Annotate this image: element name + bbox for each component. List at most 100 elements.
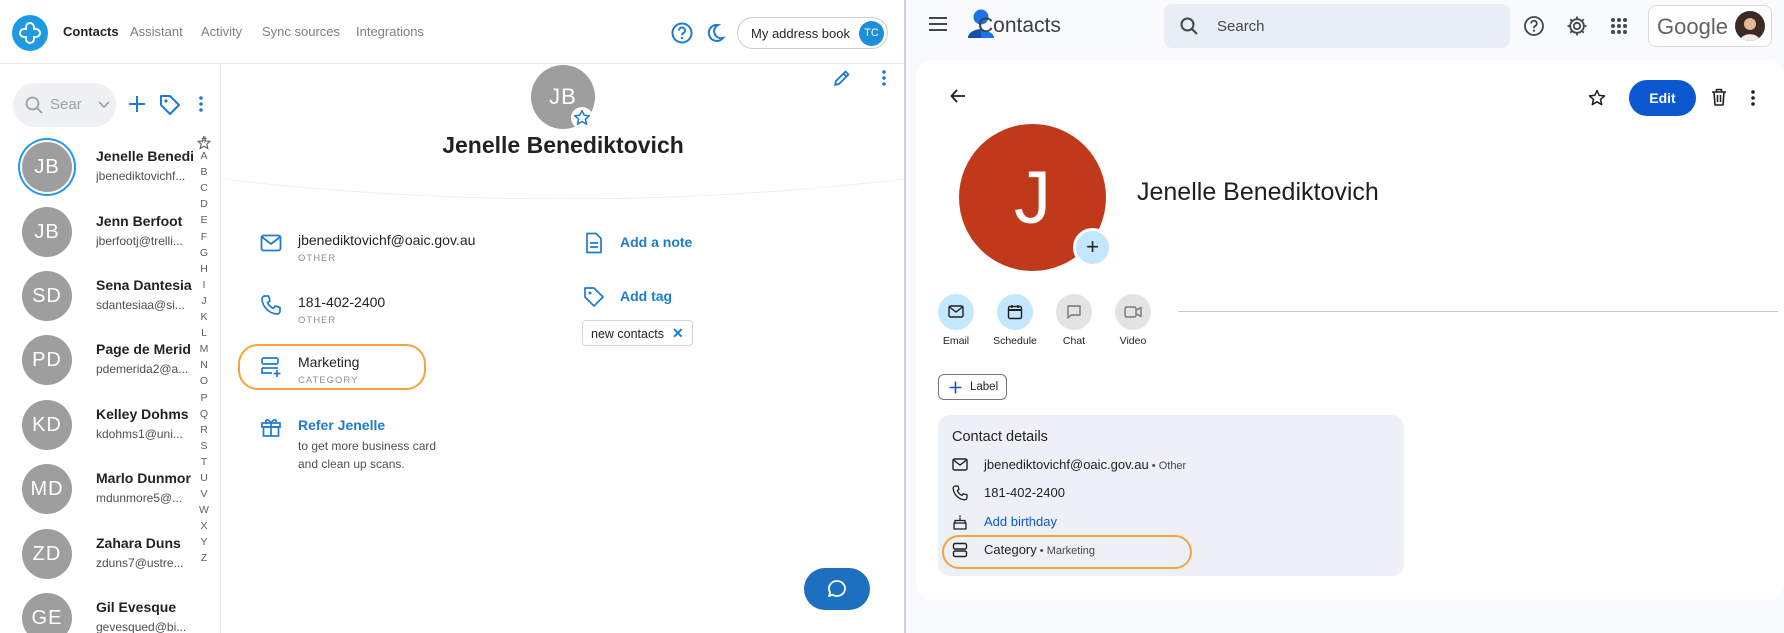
back-arrow-icon[interactable] <box>950 88 966 104</box>
alphabet-index-letter[interactable]: D <box>196 198 212 214</box>
alphabet-index-letter[interactable]: E <box>196 214 212 230</box>
nav-sync-sources[interactable]: Sync sources <box>262 24 340 39</box>
schedule-action[interactable]: Schedule <box>985 294 1045 347</box>
alphabet-index-letter[interactable]: H <box>196 263 212 279</box>
app-logo-icon[interactable] <box>12 15 48 51</box>
contact-email: sdantesiaa@si... <box>96 298 185 312</box>
alphabet-index-letter[interactable]: U <box>196 472 212 488</box>
alphabet-index-letter[interactable]: W <box>196 504 212 520</box>
contact-list-item[interactable]: PD Page de Merid pdemerida2@a... <box>0 327 200 391</box>
add-tag-link[interactable]: Add tag <box>620 288 672 304</box>
contact-list-item[interactable]: SD Sena Dantesia sdantesiaa@si... <box>0 263 200 327</box>
edit-pencil-icon[interactable] <box>832 68 852 88</box>
contact-details-title: Contact details <box>952 429 1048 445</box>
star-icon[interactable] <box>1588 89 1606 107</box>
email-action[interactable]: Email <box>926 294 986 347</box>
alphabet-index-letter[interactable]: B <box>196 166 212 182</box>
alphabet-index-letter[interactable]: X <box>196 520 212 536</box>
contact-name: Zahara Duns <box>96 535 181 551</box>
contact-search-input[interactable]: Sear <box>13 83 116 127</box>
address-book-selector[interactable]: My address book TC <box>737 17 888 49</box>
email-icon <box>260 234 282 252</box>
alphabet-index-letter[interactable]: L <box>196 327 212 343</box>
alphabet-index-letter[interactable]: C <box>196 182 212 198</box>
search-input[interactable]: Search <box>1164 4 1510 48</box>
email-action-label: Email <box>942 335 970 347</box>
alphabet-index-letter[interactable]: V <box>196 488 212 504</box>
contact-list-item[interactable]: GE Gil Evesque gevesqued@bi... <box>0 585 200 633</box>
more-vertical-icon[interactable] <box>1750 89 1756 107</box>
email-icon <box>938 294 974 330</box>
alphabet-index-letter[interactable]: I <box>196 279 212 295</box>
help-icon[interactable] <box>1523 15 1545 37</box>
alphabet-index-letter[interactable]: F <box>196 231 212 247</box>
tag-chip: new contacts ✕ <box>582 320 693 346</box>
search-icon <box>25 96 43 114</box>
alphabet-index-letter[interactable]: Z <box>196 552 212 568</box>
nav-assistant[interactable]: Assistant <box>130 24 183 39</box>
alphabet-index-letter[interactable]: S <box>196 440 212 456</box>
tag-icon[interactable] <box>159 94 181 116</box>
alphabet-index-letter[interactable]: # <box>196 134 212 150</box>
alphabet-index[interactable]: # A B C D E F G H I J K L M N O P Q R S T U V W X Y Z <box>196 134 212 569</box>
contact-avatar: MD <box>22 464 72 514</box>
alphabet-index-letter[interactable]: T <box>196 456 212 472</box>
category-icon <box>260 356 282 378</box>
more-vertical-icon[interactable] <box>198 95 204 113</box>
add-contact-icon[interactable] <box>128 95 146 113</box>
nav-activity[interactable]: Activity <box>201 24 242 39</box>
edit-button[interactable]: Edit <box>1629 80 1696 116</box>
contact-list-item[interactable]: ZD Zahara Duns zduns7@ustre... <box>0 521 200 585</box>
nav-contacts[interactable]: Contacts <box>63 24 119 39</box>
refer-link[interactable]: Refer Jenelle <box>298 417 385 433</box>
contact-avatar: JB <box>22 142 72 192</box>
settings-gear-icon[interactable] <box>1566 15 1588 37</box>
contact-phone-value[interactable]: 181-402-2400 <box>298 294 385 310</box>
more-vertical-icon[interactable] <box>881 69 887 87</box>
add-photo-plus-icon[interactable]: + <box>1073 228 1112 267</box>
category-value[interactable]: Marketing <box>298 354 359 370</box>
add-label-button[interactable]: Label <box>938 374 1007 400</box>
alphabet-index-letter[interactable]: J <box>196 295 212 311</box>
remove-tag-close-icon[interactable]: ✕ <box>672 325 684 341</box>
contact-avatar: GE <box>22 593 72 633</box>
alphabet-index-letter[interactable]: O <box>196 375 212 391</box>
alphabet-index-letter[interactable]: Y <box>196 536 212 552</box>
contact-list-item[interactable]: KD Kelley Dohms kdohms1@uni... <box>0 392 200 456</box>
alphabet-index-letter[interactable]: M <box>196 343 212 359</box>
details-phone-row[interactable]: 181-402-2400 <box>984 485 1065 500</box>
favorite-star-icon[interactable] <box>571 107 593 129</box>
details-email-row[interactable]: jbenediktovichf@oaic.gov.au • Other <box>984 457 1186 472</box>
header-divider-arc <box>222 178 904 199</box>
contact-name: Jenelle Benedi <box>96 148 195 164</box>
contact-avatar: ZD <box>22 529 72 579</box>
alphabet-index-letter[interactable]: Q <box>196 408 212 424</box>
alphabet-index-letter[interactable]: R <box>196 424 212 440</box>
delete-trash-icon[interactable] <box>1711 88 1727 106</box>
hamburger-menu-icon[interactable] <box>929 17 947 31</box>
contact-avatar: KD <box>22 400 72 450</box>
chat-support-button[interactable] <box>804 568 870 610</box>
chat-action[interactable]: Chat <box>1044 294 1104 347</box>
contact-detail-pane: JB Jenelle Benediktovich jbenediktovichf… <box>222 64 904 633</box>
google-account-switcher[interactable]: Google <box>1648 5 1772 47</box>
contact-list-item[interactable]: JB Jenn Berfoot jberfootj@trelli... <box>0 199 200 263</box>
contact-list-item[interactable]: JB Jenelle Benedi jbenediktovichf... <box>0 134 200 198</box>
help-icon[interactable] <box>671 22 693 44</box>
alphabet-index-letter[interactable]: P <box>196 392 212 408</box>
user-avatar[interactable]: TC <box>859 21 884 46</box>
alphabet-index-letter[interactable]: A <box>196 150 212 166</box>
nav-integrations[interactable]: Integrations <box>356 24 424 39</box>
contact-full-name: Jenelle Benediktovich <box>1137 178 1379 206</box>
alphabet-index-letter[interactable]: G <box>196 247 212 263</box>
video-action[interactable]: Video <box>1103 294 1163 347</box>
dark-mode-moon-icon[interactable] <box>704 22 726 44</box>
alphabet-index-letter[interactable]: K <box>196 311 212 327</box>
apps-grid-icon[interactable] <box>1611 18 1627 34</box>
add-birthday-link[interactable]: Add birthday <box>984 514 1057 529</box>
add-note-link[interactable]: Add a note <box>620 234 692 250</box>
email-icon <box>952 458 968 471</box>
alphabet-index-letter[interactable]: N <box>196 359 212 375</box>
contact-list-item[interactable]: MD Marlo Dunmor mdunmore5@... <box>0 456 200 520</box>
contact-email-value[interactable]: jbenediktovichf@oaic.gov.au <box>298 232 475 248</box>
